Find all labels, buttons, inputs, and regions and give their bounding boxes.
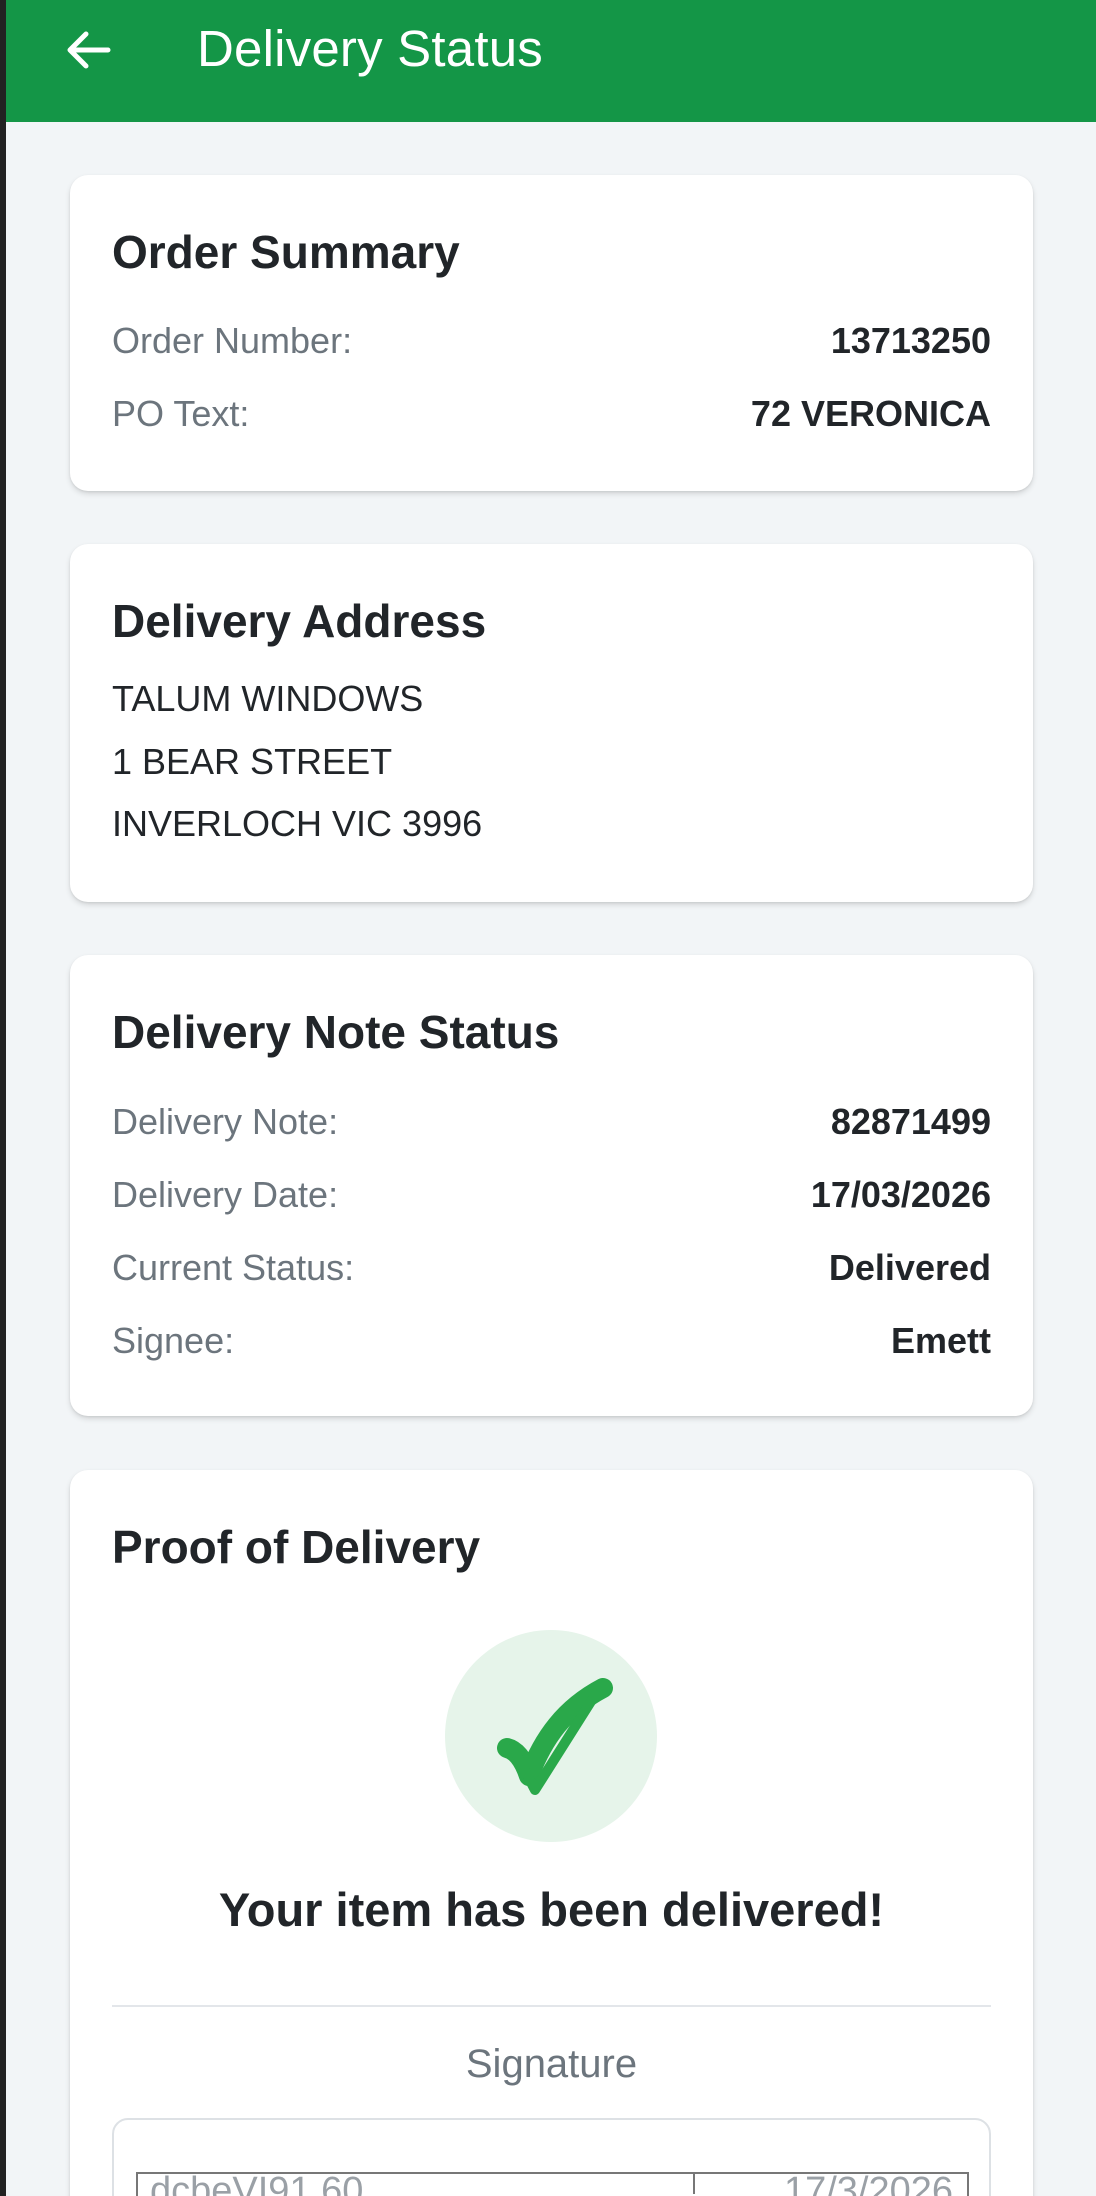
signature-right-text: 17/3/2026	[783, 2172, 953, 2196]
window-edge	[0, 0, 6, 2196]
signature-separator	[693, 2174, 695, 2194]
signature-label: Signature	[465, 2042, 638, 2086]
back-button[interactable]	[56, 22, 120, 78]
delivered-message: Your item has been delivered!	[218, 1883, 885, 1936]
address-line-suburb: INVERLOCH VIC 3996	[112, 803, 483, 844]
delivery-address-card: Delivery Address TALUM WINDOWS 1 BEAR ST…	[70, 544, 1033, 902]
signature-left-text: dcbeVI91 60	[150, 2172, 364, 2196]
checkmark-icon	[497, 1678, 613, 1795]
order-number-value: 13713250	[830, 320, 991, 361]
delivery-note-status-title: Delivery Note Status	[112, 1006, 560, 1058]
current-status-label: Current Status:	[112, 1247, 355, 1288]
page-title: Delivery Status	[197, 20, 543, 77]
delivery-date-value: 17/03/2026	[810, 1174, 991, 1215]
order-summary-title: Order Summary	[112, 226, 460, 278]
address-line-company: TALUM WINDOWS	[112, 678, 424, 719]
order-number-label: Order Number:	[112, 320, 353, 361]
current-status-value: Delivered	[828, 1247, 991, 1288]
app-bar: Delivery Status	[6, 0, 1096, 122]
delivery-note-status-card: Delivery Note Status Delivery Note: 8287…	[70, 955, 1033, 1416]
signature-image: dcbeVI91 60 17/3/2026	[136, 2172, 969, 2196]
po-text-value: 72 VERONICA	[750, 393, 991, 434]
delivery-date-label: Delivery Date:	[112, 1174, 339, 1215]
proof-of-delivery-card: Proof of Delivery Your item has been del…	[70, 1470, 1033, 2196]
arrow-left-icon	[67, 31, 111, 69]
delivery-note-value: 82871499	[830, 1101, 991, 1142]
proof-of-delivery-title: Proof of Delivery	[112, 1521, 481, 1573]
order-summary-card: Order Summary Order Number: 13713250 PO …	[70, 175, 1033, 491]
screen: Delivery Status Order Summary Order Numb…	[0, 0, 1096, 2196]
signature-box: dcbeVI91 60 17/3/2026	[112, 2118, 991, 2196]
delivered-badge	[445, 1630, 657, 1842]
divider	[112, 2005, 991, 2007]
address-line-street: 1 BEAR STREET	[112, 741, 393, 782]
po-text-label: PO Text:	[112, 393, 250, 434]
delivery-address-title: Delivery Address	[112, 595, 487, 647]
delivery-note-label: Delivery Note:	[112, 1101, 339, 1142]
signee-label: Signee:	[112, 1320, 235, 1361]
signee-value: Emett	[890, 1320, 991, 1361]
